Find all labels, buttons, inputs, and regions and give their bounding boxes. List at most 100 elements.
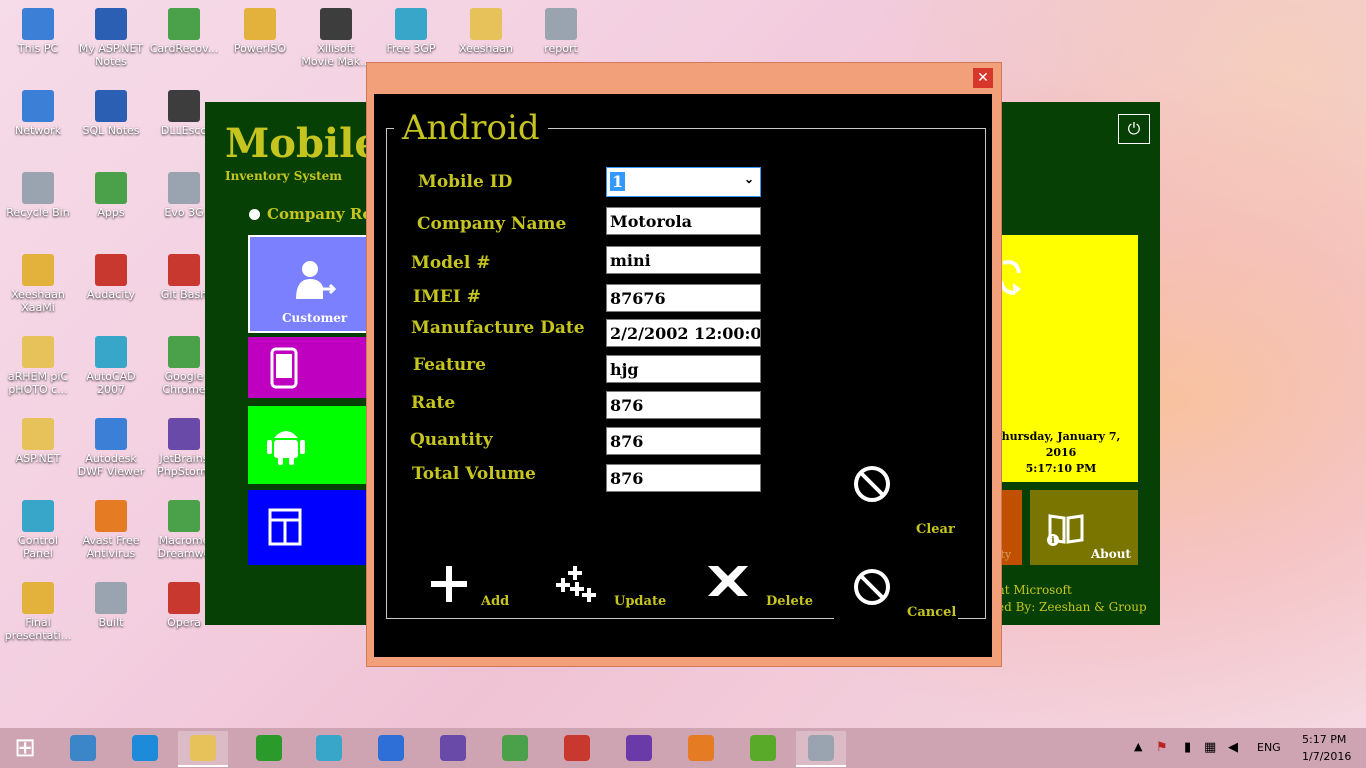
chrome-icon [168,336,200,368]
report-tile[interactable] [248,490,366,565]
field-input[interactable]: 876 [606,464,761,492]
network-tray-icon[interactable]: ▦ [1204,740,1216,755]
desktop-icon-label: Network [15,124,61,137]
taskbar-date[interactable]: 1/7/2016 [1302,750,1351,763]
desktop-icon[interactable]: Xilisoft Movie Mak... [300,8,372,68]
android-icon [267,431,305,465]
delete-label: Delete [766,594,814,609]
field-label: Quantity [410,430,493,450]
desktop-icon[interactable]: report [525,8,597,55]
desktop-icon[interactable]: Apps [75,172,147,219]
desktop-icon[interactable]: ASP.NET [2,418,74,465]
avast-icon [95,500,127,532]
git-icon [168,254,200,286]
network-icon [22,90,54,122]
taskbar-button[interactable] [178,731,228,767]
field-input[interactable]: hjg [606,355,761,383]
field-label: Mobile ID [418,172,513,192]
about-tile-label: About [1091,547,1131,561]
desktop-icon[interactable]: Xeeshaan XaaMi [2,254,74,314]
desktop-icon[interactable]: Free 3GP [375,8,447,55]
power-button[interactable]: ⏻ [1118,114,1150,144]
mobile-id-select[interactable]: 1 ⌄ [606,167,761,197]
taskbar-button[interactable]: ⊞ [0,731,50,765]
desktop-icon[interactable]: This PC [2,8,74,55]
desktop-icon[interactable]: Xeeshaan [450,8,522,55]
desktop-icon[interactable]: Final presentati... [2,582,74,642]
mobile-inventory-app-icon [808,735,834,761]
android-apps-icon [95,172,127,204]
dialog-body: Android Mobile ID 1 ⌄ Company Name Motorola M… [374,94,992,657]
taskbar-button[interactable] [796,731,846,767]
desktop-icon[interactable]: Avast Free Antivirus [75,500,147,560]
taskbar-button[interactable] [552,731,602,765]
customer-tile-label: Customer [282,311,348,325]
field-input[interactable]: Motorola [606,207,761,235]
action-center-icon[interactable]: ⚑ [1156,740,1168,755]
paint-icon [688,735,714,761]
desktop-icon-label: Avast Free Antivirus [82,534,140,560]
desktop-icon[interactable]: Recycle Bin [2,172,74,219]
time-display: 5:17:10 PM [1025,462,1097,475]
company-record-radio[interactable] [249,209,260,220]
taskbar-button[interactable] [244,731,294,765]
battery-icon[interactable]: ▮ [1184,740,1191,755]
field-input[interactable]: mini [606,246,761,274]
desktop-icon[interactable]: AutoCAD 2007 [75,336,147,396]
field-input[interactable]: 876 [606,391,761,419]
desktop-icon-label: SQL Notes [82,124,140,137]
taskbar-button[interactable] [490,731,540,765]
field-input[interactable]: 876 [606,427,761,455]
taskbar-button[interactable] [738,731,788,765]
desktop-icon[interactable]: aRHEM piC pHOTO c... [2,336,74,396]
language-indicator[interactable]: ENG [1257,741,1281,754]
film-icon [320,8,352,40]
field-input[interactable]: 87676 [606,284,761,312]
add-button[interactable]: Add [429,564,519,614]
visual-studio-icon [626,735,652,761]
desktop-icon[interactable]: Built [75,582,147,629]
taskbar-button[interactable] [120,731,170,765]
clear-button[interactable]: Clear [852,464,955,544]
document-icon [95,582,127,614]
taskbar-button[interactable] [676,731,726,765]
volume-icon[interactable]: ◀ [1228,740,1238,755]
mobile-tile[interactable] [248,337,366,398]
add-label: Add [481,594,510,609]
taskbar-button[interactable] [58,731,108,765]
show-hidden-icons-button[interactable]: ▲ [1134,740,1142,753]
desktop-icon[interactable]: PowerISO [224,8,296,55]
update-button[interactable]: Update [554,564,667,614]
update-label: Update [614,594,667,609]
chevron-down-icon[interactable]: ⌄ [744,172,754,186]
about-tile[interactable]: i About [1030,490,1138,565]
taskbar-button[interactable] [428,731,478,765]
desktop-icon[interactable]: CardRecov... [148,8,220,55]
taskbar-button[interactable] [366,731,416,765]
groupbox-legend: Android [394,108,548,148]
android-tile[interactable] [248,406,366,484]
taskbar-button[interactable] [304,731,354,765]
taskbar-time[interactable]: 5:17 PM [1302,733,1346,746]
folder-icon [470,8,502,40]
desktop-icon[interactable]: SQL Notes [75,90,147,137]
customer-tile[interactable]: Customer [248,235,370,333]
taskbar-button[interactable] [614,731,664,765]
cancel-button[interactable]: Cancel [852,567,956,647]
desktop-icon-label: report [544,42,578,55]
delete-button[interactable]: Delete [706,564,816,614]
desktop-icon[interactable]: Network [2,90,74,137]
desktop-icon[interactable]: Control Panel [2,500,74,560]
desktop-icon[interactable]: My ASP.NET Notes [75,8,147,68]
opera-icon [168,582,200,614]
app-subtitle: Inventory System [225,169,342,183]
presentation-icon [22,582,54,614]
close-button[interactable]: ✕ [973,68,993,88]
desktop-icon[interactable]: Autodesk DWF Viewer [75,418,147,478]
desktop-icon[interactable]: Audacity [75,254,147,301]
customer-icon [296,261,337,299]
field-input[interactable]: 2/2/2002 12:00:0 [606,319,761,347]
recycle-bin-icon [22,172,54,204]
desktop-icon-label: Free 3GP [386,42,436,55]
desktop-icon-label: Autodesk DWF Viewer [77,452,145,478]
